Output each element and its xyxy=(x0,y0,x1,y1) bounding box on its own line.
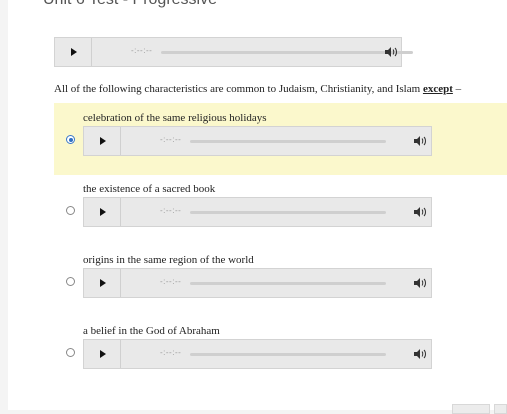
option-radio[interactable] xyxy=(66,277,75,286)
speaker-icon[interactable] xyxy=(413,348,427,360)
option-audio-player[interactable]: -:--:-- xyxy=(83,126,432,156)
question-audio-player[interactable]: -:--:-- xyxy=(54,37,413,67)
option-text[interactable]: the existence of a sacred book xyxy=(83,183,215,195)
audio-progress-track[interactable] xyxy=(190,211,386,214)
play-icon[interactable] xyxy=(84,198,121,226)
play-icon[interactable] xyxy=(84,340,121,368)
nav-button[interactable] xyxy=(494,404,507,414)
audio-progress-track[interactable] xyxy=(190,353,386,356)
audio-time: -:--:-- xyxy=(160,135,182,144)
audio-time: -:--:-- xyxy=(160,206,182,215)
option-radio[interactable] xyxy=(66,206,75,215)
question-text: All of the following characteristics are… xyxy=(54,83,423,95)
audio-time: -:--:-- xyxy=(160,348,182,357)
option-audio-player[interactable]: -:--:-- xyxy=(83,339,432,369)
audio-progress-track[interactable] xyxy=(161,51,413,54)
option-text[interactable]: a belief in the God of Abraham xyxy=(83,325,220,337)
speaker-icon[interactable] xyxy=(413,135,427,147)
option-text[interactable]: origins in the same region of the world xyxy=(83,254,254,266)
nav-button[interactable] xyxy=(452,404,490,414)
option-audio-player[interactable]: -:--:-- xyxy=(83,268,432,298)
speaker-icon[interactable] xyxy=(413,206,427,218)
question-suffix: – xyxy=(452,83,462,95)
audio-time: -:--:-- xyxy=(160,277,182,286)
question-stem: All of the following characteristics are… xyxy=(54,83,461,95)
play-icon[interactable] xyxy=(84,269,121,297)
play-icon[interactable] xyxy=(55,38,92,66)
play-icon[interactable] xyxy=(84,127,121,155)
option-radio[interactable] xyxy=(66,348,75,357)
audio-progress-track[interactable] xyxy=(190,140,386,143)
option-text[interactable]: celebration of the same religious holida… xyxy=(83,112,267,124)
audio-progress-track[interactable] xyxy=(190,282,386,285)
speaker-icon[interactable] xyxy=(413,277,427,289)
option-audio-player[interactable]: -:--:-- xyxy=(83,197,432,227)
speaker-icon[interactable] xyxy=(384,46,398,58)
audio-time: -:--:-- xyxy=(131,46,153,55)
page-title: Unit 6 Test - Progressive xyxy=(43,0,217,9)
option-radio[interactable] xyxy=(66,135,75,144)
question-emphasis: except xyxy=(422,83,453,95)
